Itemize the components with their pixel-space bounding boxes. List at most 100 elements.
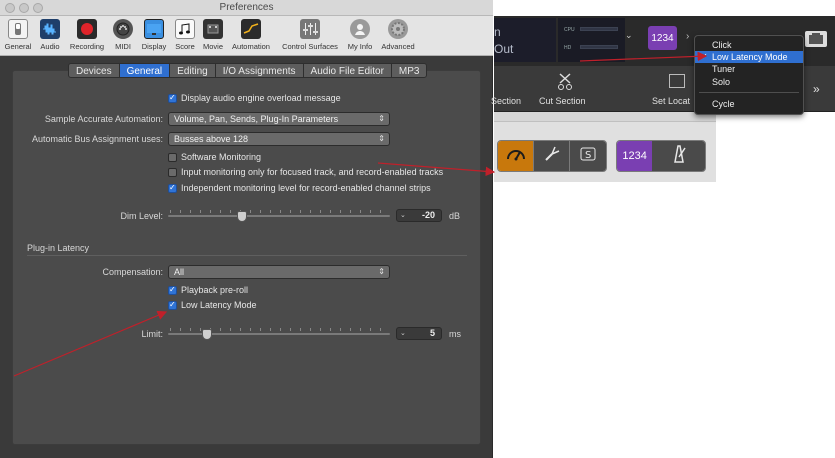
input-monitoring-checkbox[interactable] <box>168 168 177 177</box>
tool-section[interactable]: Section <box>491 96 521 106</box>
plugin-latency-heading: Plug-in Latency <box>27 243 90 253</box>
hd-meter-label: HD <box>564 45 572 51</box>
menu-item-tuner[interactable]: Tuner <box>695 63 803 75</box>
tab-devices[interactable]: Devices <box>69 64 120 77</box>
dim-level-slider[interactable] <box>168 215 390 217</box>
toolbar-item-score[interactable]: Score <box>172 18 198 54</box>
toolbar-item-automation[interactable]: Automation <box>229 18 273 54</box>
toolbar-overflow-button[interactable]: » <box>813 82 820 96</box>
playback-preroll-checkbox[interactable] <box>168 285 177 295</box>
compensation-popup[interactable]: All ⇕ <box>168 265 390 279</box>
user-icon <box>350 19 370 39</box>
menu-item-label: Tuner <box>712 64 736 74</box>
chevron-down-icon: ⌄ <box>400 330 406 337</box>
lcd-line-2: Out <box>494 42 514 56</box>
count-in-button[interactable]: 1234 <box>648 26 677 50</box>
toolbar-label: Movie <box>202 42 223 51</box>
menu-item-click[interactable]: Click <box>695 39 803 51</box>
overload-message-checkbox[interactable] <box>168 93 177 103</box>
solo-s-icon: S <box>580 147 596 166</box>
tuner-button[interactable] <box>534 141 570 171</box>
count-in-label: 1234 <box>622 150 647 162</box>
menu-item-low-latency-mode[interactable]: ✓ Low Latency Mode <box>695 51 803 63</box>
tab-audio-file-editor[interactable]: Audio File Editor <box>304 64 392 77</box>
tab-mp3[interactable]: MP3 <box>392 64 427 77</box>
sample-accurate-automation-label: Sample Accurate Automation: <box>44 114 163 124</box>
speed-gauge-icon <box>506 146 526 167</box>
lcd-display: n Out <box>494 18 556 62</box>
limit-field[interactable]: ⌄ 5 <box>396 327 442 340</box>
updown-chevron-icon: ⇕ <box>378 134 385 143</box>
gear-icon <box>388 19 408 39</box>
overflow-chevron-icon[interactable]: › <box>686 31 689 42</box>
toolbar-item-my-info[interactable]: My Info <box>344 18 376 54</box>
overload-message-label: Display audio engine overload message <box>181 93 341 103</box>
popup-value: All <box>174 267 185 277</box>
browser-icon[interactable] <box>805 31 827 47</box>
menu-item-solo[interactable]: Solo <box>695 76 803 88</box>
cut-section-icon <box>558 73 572 91</box>
dim-level-field[interactable]: ⌄ -20 <box>396 209 442 222</box>
control-bar-context-menu: Click ✓ Low Latency Mode Tuner Solo Cycl… <box>694 35 804 115</box>
software-monitoring-checkbox[interactable] <box>168 153 177 162</box>
toolbar-label: Recording <box>69 42 105 51</box>
limit-value: 5 <box>429 328 435 338</box>
toolbar-item-control-surfaces[interactable]: Control Surfaces <box>278 18 342 54</box>
svg-text:S: S <box>585 150 591 161</box>
tab-io-assignments[interactable]: I/O Assignments <box>216 64 304 77</box>
tab-general[interactable]: General <box>119 64 171 77</box>
toolbar-item-recording[interactable]: Recording <box>68 18 106 54</box>
settings-tabs: Devices General Editing I/O Assignments … <box>68 63 428 78</box>
set-locators-icon <box>669 74 685 88</box>
independent-monitoring-label: Independent monitoring level for record-… <box>181 183 431 193</box>
preferences-toolbar: General Audio Recording MIDI Display Sco… <box>0 16 493 56</box>
software-monitoring-label: Software Monitoring <box>181 152 262 162</box>
tuning-fork-icon <box>543 145 561 168</box>
dim-level-slider-knob[interactable] <box>237 211 247 222</box>
toolbar-item-audio[interactable]: Audio <box>36 18 64 54</box>
updown-chevron-icon: ⇕ <box>378 114 385 123</box>
compensation-label: Compensation: <box>102 267 163 277</box>
toolbar-item-movie[interactable]: Movie <box>200 18 226 54</box>
tool-set-locators[interactable]: Set Locat <box>652 96 690 106</box>
bus-assignment-label: Automatic Bus Assignment uses: <box>31 134 163 144</box>
tool-cut-section[interactable]: Cut Section <box>539 96 586 106</box>
independent-monitoring-checkbox[interactable] <box>168 183 177 193</box>
toolbar-item-display[interactable]: Display <box>140 18 168 54</box>
performance-meters: CPU HD <box>558 18 625 62</box>
solo-button[interactable]: S <box>570 141 606 171</box>
menu-item-label: Low Latency Mode <box>712 52 788 62</box>
sample-accurate-automation-popup[interactable]: Volume, Pan, Sends, Plug-In Parameters ⇕ <box>168 112 390 126</box>
toolbar-item-advanced[interactable]: Advanced <box>378 18 418 54</box>
menu-item-cycle[interactable]: Cycle <box>695 98 803 110</box>
count-in-label: 1234 <box>651 32 674 44</box>
bus-assignment-popup[interactable]: Busses above 128 ⇕ <box>168 132 390 146</box>
menu-separator <box>699 92 799 93</box>
toolbar-item-general[interactable]: General <box>4 18 32 54</box>
score-icon <box>175 19 195 39</box>
mixer-faders-icon <box>300 19 320 39</box>
control-button-group: S <box>497 140 607 172</box>
toolbar-label: Advanced <box>381 42 415 51</box>
limit-slider-knob[interactable] <box>202 329 212 340</box>
toolbar-label: General <box>4 42 32 51</box>
dim-level-label: Dim Level: <box>120 211 163 221</box>
metronome-icon <box>670 144 688 169</box>
menu-item-label: Cycle <box>712 99 735 109</box>
updown-chevron-icon: ⇕ <box>378 267 385 276</box>
dim-level-value: -20 <box>421 210 435 220</box>
tab-editing[interactable]: Editing <box>170 64 216 77</box>
low-latency-mode-button[interactable] <box>498 141 534 171</box>
dim-level-ticks <box>170 210 390 213</box>
popup-value: Volume, Pan, Sends, Plug-In Parameters <box>174 114 339 124</box>
dim-level-unit: dB <box>449 211 461 221</box>
limit-label: Limit: <box>141 329 163 339</box>
checkmark-icon: ✓ <box>701 52 708 61</box>
menu-item-label: Solo <box>712 77 731 87</box>
low-latency-mode-checkbox[interactable] <box>168 300 177 310</box>
toolbar-label: Display <box>141 42 167 51</box>
count-in-button-large[interactable]: 1234 <box>617 141 653 171</box>
lcd-menu-chevron-icon[interactable]: ⌄ <box>625 30 633 41</box>
toolbar-item-midi[interactable]: MIDI <box>110 18 136 54</box>
metronome-button[interactable] <box>652 141 705 171</box>
